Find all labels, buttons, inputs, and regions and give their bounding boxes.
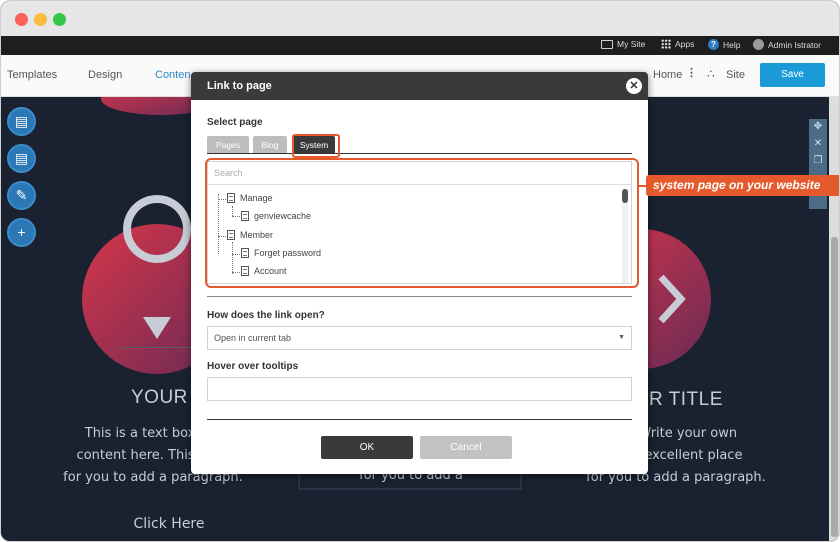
system-tab-highlight — [292, 134, 340, 158]
edit-icon: ✎ — [15, 187, 28, 203]
edit-text-button[interactable]: ✎ — [7, 181, 36, 210]
page-scrollbar-thumb[interactable] — [831, 237, 838, 537]
close-window-button[interactable] — [15, 13, 28, 26]
save-button[interactable]: Save — [760, 63, 825, 87]
duplicate-icon[interactable]: ❐ — [809, 155, 827, 166]
browser-window: My Site Apps ? Help Admin Istrator Templ… — [0, 0, 840, 542]
card1-link[interactable]: Click Here — [109, 513, 229, 535]
user-menu[interactable]: Admin Istrator — [753, 39, 821, 50]
more-vertical-icon[interactable]: ⋮ — [686, 66, 697, 79]
tab-blog[interactable]: Blog — [253, 136, 287, 154]
apps-link[interactable]: Apps — [661, 39, 694, 49]
plus-icon: + — [17, 224, 26, 240]
site-menu[interactable]: Site — [726, 69, 745, 81]
chevron-down-icon: ▼ — [618, 334, 625, 341]
tab-design[interactable]: Design — [88, 69, 122, 81]
ok-button[interactable]: OK — [321, 436, 413, 459]
annotation-callout: system page on your website — [646, 175, 839, 196]
title-bar — [1, 1, 839, 36]
my-site-link[interactable]: My Site — [601, 39, 645, 49]
select-page-label: Select page — [207, 117, 263, 128]
link-open-label: How does the link open? — [207, 310, 325, 321]
section-button[interactable]: ▤ — [7, 144, 36, 173]
maximize-window-button[interactable] — [53, 13, 66, 26]
tab-templates[interactable]: Templates — [7, 69, 57, 81]
help-link[interactable]: ? Help — [708, 39, 740, 50]
dialog-header: Link to page ✕ — [191, 72, 648, 100]
monitor-icon — [601, 39, 613, 49]
page-icon: ▤ — [14, 113, 29, 129]
link-open-select[interactable]: Open in current tab ▼ — [207, 326, 632, 350]
move-icon[interactable]: ✥ — [809, 121, 827, 132]
dialog-title: Link to page — [207, 80, 272, 92]
close-icon[interactable]: ✕ — [626, 78, 642, 94]
tab-content[interactable]: Conten — [155, 69, 190, 81]
tree-highlight — [205, 158, 639, 288]
delete-icon[interactable]: ✕ — [809, 138, 827, 149]
site-structure-icon: ∴ — [707, 67, 715, 81]
card3-title: R TITLE — [649, 389, 723, 410]
page-selector-home[interactable]: Home — [653, 69, 682, 81]
admin-bar: My Site Apps ? Help Admin Istrator — [1, 36, 839, 55]
tooltips-label: Hover over tooltips — [207, 361, 299, 372]
cancel-button[interactable]: Cancel — [420, 436, 512, 459]
tooltips-field[interactable] — [207, 377, 632, 401]
add-element-button[interactable]: + — [7, 218, 36, 247]
minimize-window-button[interactable] — [34, 13, 47, 26]
page-settings-button[interactable]: ▤ — [7, 107, 36, 136]
apps-grid-icon — [661, 39, 671, 49]
avatar — [753, 39, 764, 50]
help-icon: ? — [708, 39, 719, 50]
page-scrollbar[interactable] — [829, 97, 839, 541]
tab-pages[interactable]: Pages — [207, 136, 249, 154]
section-icon: ▤ — [14, 150, 29, 166]
